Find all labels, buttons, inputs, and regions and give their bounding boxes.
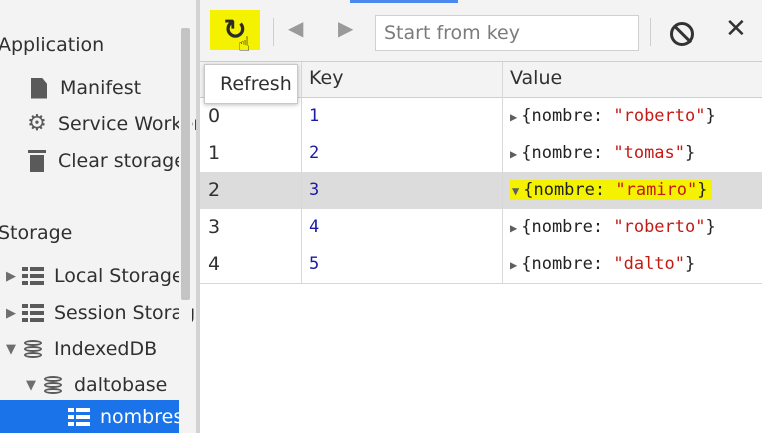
row-value: ▶ {nombre: "roberto"}	[502, 209, 716, 246]
sidebar-item-label: Manifest	[60, 77, 142, 99]
value-string: "dalto"	[613, 254, 686, 274]
refresh-button[interactable]: ↻ ☝	[210, 10, 260, 54]
value-string: "ramiro"	[615, 180, 698, 200]
row-value: ▼ {nombre: "ramiro"}	[502, 172, 712, 209]
tab-indicator	[350, 0, 458, 3]
row-index: 2	[208, 179, 221, 201]
start-from-key-input[interactable]	[375, 15, 639, 51]
toolbar-divider	[650, 18, 651, 46]
row-key: 5	[309, 254, 320, 274]
clear-object-store-icon[interactable]	[670, 22, 694, 46]
column-divider[interactable]	[301, 62, 302, 284]
sidebar-item-label: Session Storage	[54, 302, 196, 324]
sidebar-item-label: IndexedDB	[54, 338, 158, 360]
row-value: ▶ {nombre: "roberto"}	[502, 98, 716, 135]
row-key: 1	[309, 106, 320, 126]
expand-arrow-icon[interactable]: ▶	[510, 110, 517, 124]
sidebar: Application Manifest ⚙ Service Workers C…	[0, 0, 196, 433]
column-header-key[interactable]: Key	[301, 62, 502, 98]
table-row[interactable]: 4 5 ▶ {nombre: "dalto"}	[200, 246, 762, 283]
expand-arrow-icon[interactable]: ▼	[512, 184, 519, 198]
previous-page-icon[interactable]: ◀	[288, 18, 303, 38]
expand-arrow-icon[interactable]: ▶	[510, 221, 517, 235]
row-key: 3	[309, 180, 320, 200]
value-prefix: {nombre:	[521, 143, 614, 163]
collapse-arrow-icon[interactable]: ▼	[6, 342, 20, 357]
trash-icon	[24, 149, 50, 173]
row-key: 2	[309, 143, 320, 163]
toolbar: ↻ ☝ ◀ ▶ ✕	[200, 0, 762, 62]
column-divider[interactable]	[502, 62, 503, 284]
sidebar-item-service-workers[interactable]: ⚙ Service Workers	[24, 112, 196, 136]
sidebar-scrollbar-thumb[interactable]	[181, 28, 190, 300]
sidebar-item-label: Local Storage	[54, 265, 184, 287]
expand-arrow-icon[interactable]: ▶	[6, 306, 20, 321]
application-heading: Application	[0, 34, 105, 56]
value-suffix: }	[685, 143, 696, 163]
toolbar-divider	[273, 18, 274, 46]
gear-icon: ⚙	[27, 111, 47, 136]
row-index: 4	[208, 253, 221, 275]
sidebar-item-local-storage[interactable]: ▶ Local Storage	[6, 264, 184, 288]
value-prefix: {nombre:	[521, 217, 614, 237]
grid-icon	[20, 264, 46, 288]
delete-selected-icon[interactable]: ✕	[725, 16, 747, 42]
sidebar-item-label: nombres	[100, 405, 184, 428]
next-page-icon[interactable]: ▶	[338, 18, 353, 38]
value-string: "roberto"	[613, 106, 706, 126]
sidebar-item-nombres[interactable]: nombres	[0, 400, 184, 433]
value-prefix: {nombre:	[521, 254, 614, 274]
database-icon	[20, 337, 46, 361]
sidebar-item-label: Clear storage	[58, 150, 186, 172]
table-bottom-border	[200, 283, 762, 284]
row-value: ▶ {nombre: "dalto"}	[502, 246, 695, 283]
database-icon	[40, 373, 66, 397]
sidebar-scrollbar[interactable]	[179, 14, 192, 433]
row-key: 4	[309, 217, 320, 237]
sidebar-item-indexeddb[interactable]: ▼ IndexedDB	[6, 337, 157, 361]
value-string: "roberto"	[613, 217, 706, 237]
row-index: 3	[208, 216, 221, 238]
value-string: "tomas"	[613, 143, 686, 163]
value-suffix: }	[705, 106, 716, 126]
expand-arrow-icon[interactable]: ▶	[6, 269, 20, 284]
highlighter-mark: ▼ {nombre: "ramiro"}	[510, 180, 712, 200]
value-suffix: }	[685, 254, 696, 274]
row-index: 1	[208, 142, 221, 164]
expand-arrow-icon[interactable]: ▶	[510, 147, 517, 161]
document-icon	[26, 76, 52, 100]
value-suffix: }	[697, 180, 708, 200]
value-suffix: }	[705, 217, 716, 237]
value-prefix: {nombre:	[521, 106, 614, 126]
grid-icon	[66, 405, 92, 429]
table-row-selected[interactable]: 2 3 ▼ {nombre: "ramiro"}	[200, 172, 762, 209]
refresh-tooltip: Refresh	[204, 64, 298, 104]
value-prefix: {nombre:	[523, 180, 616, 200]
expand-arrow-icon[interactable]: ▶	[510, 258, 517, 272]
column-header-value[interactable]: Value	[502, 62, 762, 98]
sidebar-item-label: Service Workers	[58, 113, 196, 135]
collapse-arrow-icon[interactable]: ▼	[26, 378, 40, 393]
table-row[interactable]: 1 2 ▶ {nombre: "tomas"}	[200, 135, 762, 172]
cursor-hand-icon: ☝	[238, 32, 251, 56]
sidebar-item-daltobase[interactable]: ▼ daltobase	[26, 373, 167, 397]
storage-heading: Storage	[0, 222, 73, 244]
sidebar-item-label: daltobase	[74, 374, 168, 396]
sidebar-item-clear-storage[interactable]: Clear storage	[24, 149, 186, 173]
sidebar-item-manifest[interactable]: Manifest	[26, 76, 141, 100]
sidebar-item-session-storage[interactable]: ▶ Session Storage	[6, 301, 196, 325]
grid-icon	[20, 301, 46, 325]
row-value: ▶ {nombre: "tomas"}	[502, 135, 695, 172]
table-row[interactable]: 3 4 ▶ {nombre: "roberto"}	[200, 209, 762, 246]
